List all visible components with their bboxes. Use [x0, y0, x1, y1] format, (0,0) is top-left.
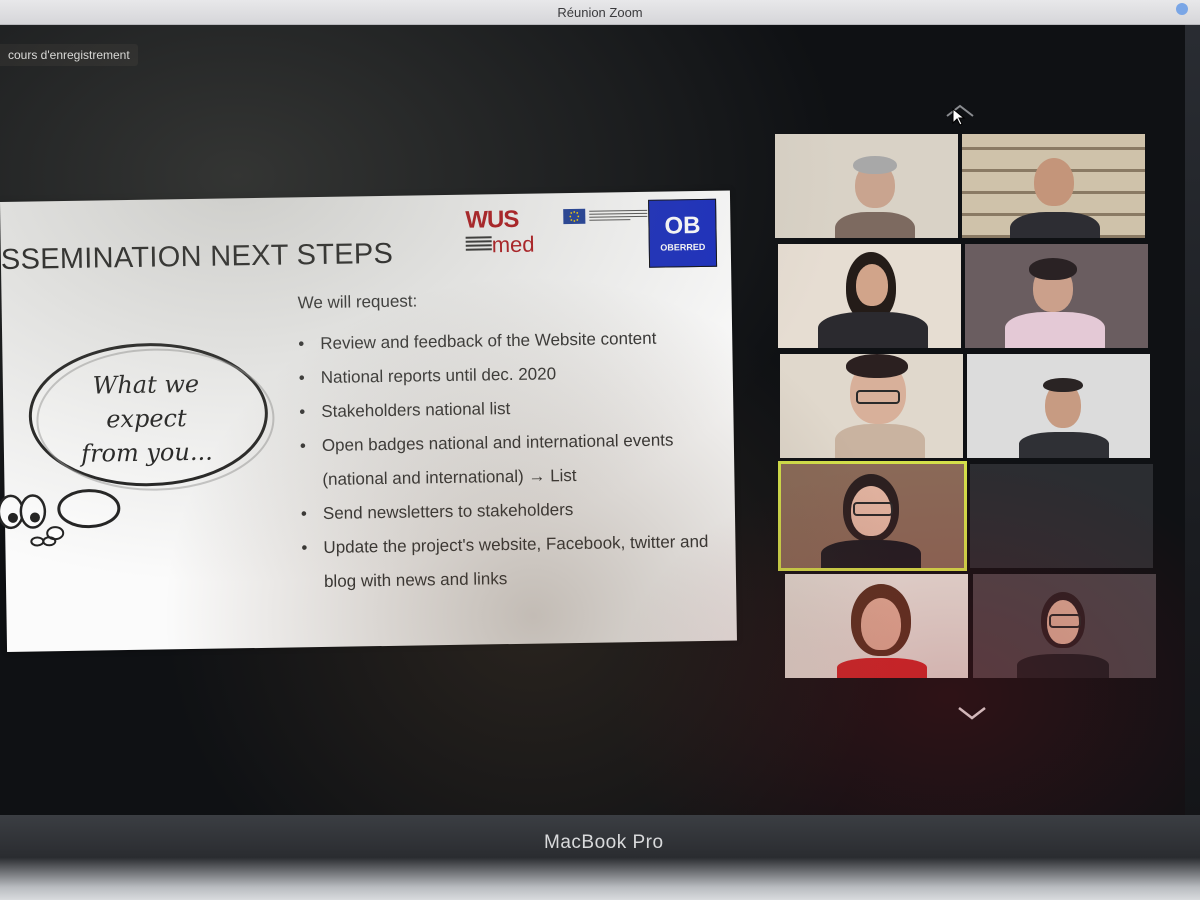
bubble-line: from you...	[80, 437, 213, 468]
oberred-label: OBERRED	[660, 241, 706, 253]
wus-logo-top: WUS	[465, 205, 519, 234]
participant-video-tile[interactable]	[775, 134, 958, 238]
slide-title: SSEMINATION NEXT STEPS	[0, 237, 394, 276]
bubble-line: What we	[92, 369, 200, 400]
laptop-frame: cours d'enregistrement SSEMINATION NEXT …	[0, 0, 1200, 900]
oberred-mark: OB	[664, 212, 701, 240]
eu-text-lines	[589, 208, 648, 223]
participant-video-tile[interactable]	[967, 354, 1150, 458]
recording-indicator[interactable]: cours d'enregistrement	[0, 44, 138, 66]
mouse-cursor-icon	[952, 108, 966, 126]
participant-video-tile[interactable]	[785, 574, 968, 678]
request-heading: We will request:	[297, 291, 418, 313]
bubble-text: What we expect from you...	[31, 366, 263, 472]
participant-video-tile[interactable]	[780, 354, 963, 458]
oberred-logo: OB OBERRED	[648, 198, 718, 268]
wus-logo-bottom: med	[491, 231, 535, 258]
eu-cofunded-logo	[563, 208, 648, 239]
menubar-status	[1176, 3, 1188, 15]
participant-video-tile[interactable]	[973, 574, 1156, 678]
recording-label: cours d'enregistrement	[8, 48, 130, 62]
screen: cours d'enregistrement SSEMINATION NEXT …	[0, 16, 1185, 816]
gallery-scroll-down-icon[interactable]	[957, 706, 987, 720]
window-titlebar[interactable]: Réunion Zoom	[0, 0, 1200, 25]
participant-video-tile[interactable]	[778, 244, 961, 348]
status-icon[interactable]	[1176, 3, 1188, 15]
eu-flag-icon	[563, 208, 586, 225]
list-item: Open badges national and international e…	[300, 423, 721, 498]
bubble-line: expect	[106, 404, 187, 434]
participant-video-tile[interactable]	[962, 134, 1145, 238]
window-title: Réunion Zoom	[557, 4, 643, 20]
participant-video-tile[interactable]	[965, 244, 1148, 348]
bubble-text-block: What we expect from you...	[30, 346, 270, 490]
wus-logo-small-print	[465, 236, 492, 251]
participant-video-tile-active-speaker[interactable]	[778, 461, 967, 571]
laptop-brand: MacBook Pro	[544, 832, 664, 853]
cartoon-eyes-icon	[0, 494, 57, 547]
wus-med-logo: WUS med	[465, 205, 561, 262]
participant-gallery	[775, 134, 1156, 684]
laptop-bezel	[0, 815, 1200, 900]
list-item: Update the project's website, Facebook, …	[301, 525, 722, 600]
request-list: Review and feedback of the Website conte…	[298, 321, 722, 600]
shared-slide: SSEMINATION NEXT STEPS WUS med OB OBERRE…	[0, 190, 737, 652]
empty-video-tile	[970, 464, 1153, 568]
